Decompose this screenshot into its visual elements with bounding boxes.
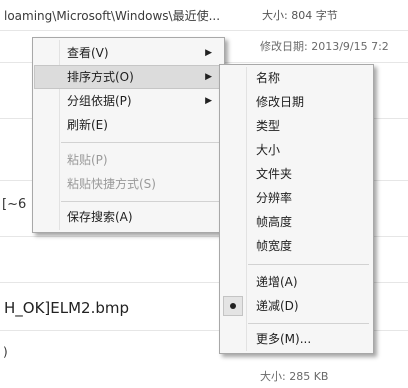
radio-bullet-icon — [230, 303, 236, 309]
file-size-label: 大小: 285 KB — [260, 370, 329, 383]
submenu-arrow-icon: ▶ — [205, 48, 212, 58]
menu-item-label: 粘贴快捷方式(S) — [67, 177, 156, 191]
selection-indicator — [223, 296, 243, 316]
menu-item-view[interactable]: 查看(V) ▶ — [33, 42, 224, 64]
menu-item-label: 刷新(E) — [67, 118, 108, 132]
file-item-text[interactable]: [~6 — [2, 197, 26, 212]
menu-item-label: 名称 — [256, 71, 281, 85]
menu-item-label: 递减(D) — [256, 299, 299, 313]
submenu-arrow-icon: ▶ — [205, 72, 212, 82]
submenu-arrow-icon: ▶ — [205, 96, 212, 106]
sort-option-resolution[interactable]: 分辨率 — [220, 187, 373, 209]
sort-option-frame-height[interactable]: 帧高度 — [220, 211, 373, 233]
menu-item-label: 查看(V) — [67, 46, 109, 60]
menu-item-label: 递增(A) — [256, 275, 298, 289]
menu-item-refresh[interactable]: 刷新(E) — [33, 114, 224, 136]
menu-item-label: 更多(M)... — [256, 332, 312, 346]
menu-item-sort-by[interactable]: 排序方式(O) ▶ — [34, 65, 223, 89]
context-menu: 查看(V) ▶ 排序方式(O) ▶ 分组依据(P) ▶ 刷新(E) 粘贴(P) … — [32, 37, 225, 233]
sort-option-name[interactable]: 名称 — [220, 67, 373, 89]
file-item-text[interactable]: ) — [3, 345, 8, 359]
sort-option-type[interactable]: 类型 — [220, 115, 373, 137]
menu-item-label: 帧宽度 — [256, 239, 293, 253]
menu-item-save-search[interactable]: 保存搜索(A) — [33, 206, 224, 228]
file-name[interactable]: H_OK]ELM2.bmp — [4, 299, 129, 317]
menu-separator — [61, 142, 220, 143]
menu-item-paste-shortcut[interactable]: 粘贴快捷方式(S) — [33, 173, 224, 195]
sort-option-size[interactable]: 大小 — [220, 139, 373, 161]
sort-option-more[interactable]: 更多(M)... — [220, 328, 373, 350]
file-size-label: 大小: 804 字节 — [262, 9, 338, 22]
menu-item-label: 修改日期 — [256, 95, 305, 109]
menu-item-label: 文件夹 — [256, 167, 293, 181]
menu-item-group-by[interactable]: 分组依据(P) ▶ — [33, 90, 224, 112]
menu-item-label: 粘贴(P) — [67, 153, 108, 167]
menu-item-label: 帧高度 — [256, 215, 293, 229]
menu-item-paste[interactable]: 粘贴(P) — [33, 149, 224, 171]
menu-item-label: 大小 — [256, 143, 281, 157]
menu-separator — [248, 264, 369, 265]
menu-item-label: 分组依据(P) — [67, 94, 132, 108]
sort-option-folder[interactable]: 文件夹 — [220, 163, 373, 185]
modified-date-label: 修改日期: 2013/9/15 7:2 — [260, 40, 389, 53]
file-path-text: loaming\Microsoft\Windows\最近使... — [4, 9, 221, 23]
row-divider — [0, 30, 408, 31]
menu-item-label: 类型 — [256, 119, 281, 133]
menu-item-label: 分辨率 — [256, 191, 293, 205]
sort-option-ascending[interactable]: 递增(A) — [220, 271, 373, 293]
menu-item-label: 保存搜索(A) — [67, 210, 133, 224]
menu-separator — [61, 201, 220, 202]
sort-option-frame-width[interactable]: 帧宽度 — [220, 235, 373, 257]
sort-option-modified-date[interactable]: 修改日期 — [220, 91, 373, 113]
sort-option-descending[interactable]: 递减(D) — [220, 295, 373, 317]
menu-item-label: 排序方式(O) — [67, 70, 134, 84]
menu-separator — [248, 323, 369, 324]
sort-by-submenu: 名称 修改日期 类型 大小 文件夹 分辨率 帧高度 帧宽度 递增(A) 递减(D… — [219, 64, 374, 354]
